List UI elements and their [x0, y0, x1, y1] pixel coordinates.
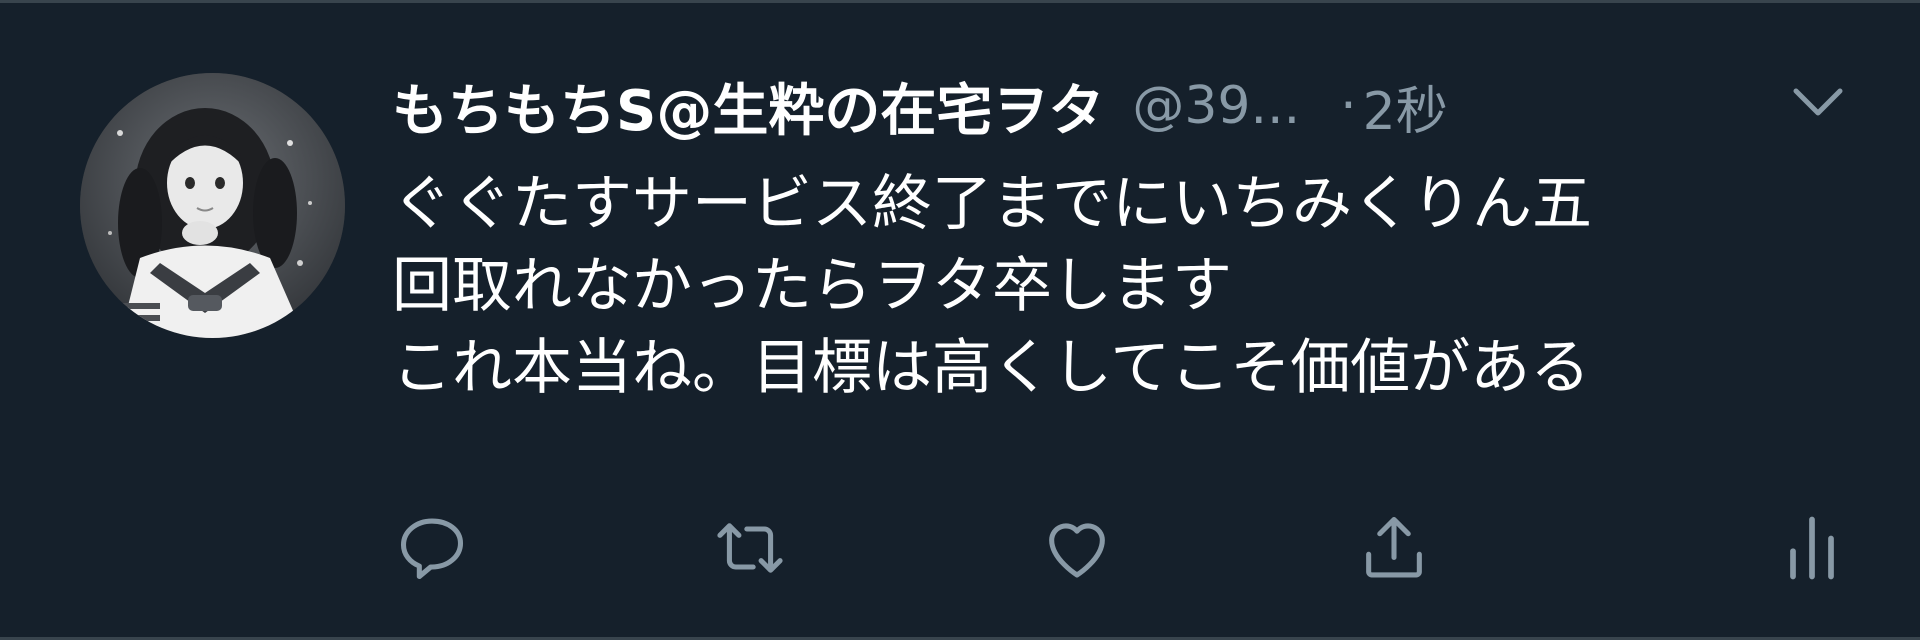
reply-icon — [400, 518, 464, 580]
display-name[interactable]: もちもちS@生粋の在宅ヲタ — [392, 66, 1104, 147]
user-handle[interactable]: @39... — [1132, 76, 1300, 136]
separator-dot: · — [1340, 76, 1357, 136]
like-button[interactable] — [1037, 508, 1117, 588]
heart-icon — [1049, 523, 1105, 578]
share-button[interactable] — [1354, 508, 1434, 588]
avatar[interactable] — [80, 73, 345, 338]
chevron-down-icon[interactable] — [1790, 81, 1846, 125]
retweet-icon — [717, 523, 783, 573]
avatar-photo — [80, 73, 345, 338]
tweet-text-line: これ本当ね。目標は高くしてこそ価値がある — [392, 333, 1591, 403]
timestamp[interactable]: 2秒 — [1363, 69, 1448, 144]
tweet-text-line: 回取れなかったらヲタ卒します — [392, 251, 1232, 321]
share-icon — [1366, 516, 1422, 578]
tweet-text-line: ぐぐたすサービス終了までにいちみくりん五 — [392, 169, 1592, 239]
analytics-button[interactable] — [1772, 508, 1852, 588]
tweet-card[interactable]: もちもちS@生粋の在宅ヲタ @39... · 2秒 ぐぐたすサービス終了までにい… — [0, 0, 1920, 640]
reply-button[interactable] — [392, 508, 472, 588]
tweet-header: もちもちS@生粋の在宅ヲタ @39... · 2秒 — [392, 61, 1448, 151]
analytics-icon — [1790, 516, 1834, 580]
tweet-text: ぐぐたすサービス終了までにいちみくりん五 回取れなかったらヲタ卒します これ本当… — [392, 163, 1852, 409]
retweet-button[interactable] — [710, 508, 790, 588]
action-bar — [392, 508, 1852, 588]
